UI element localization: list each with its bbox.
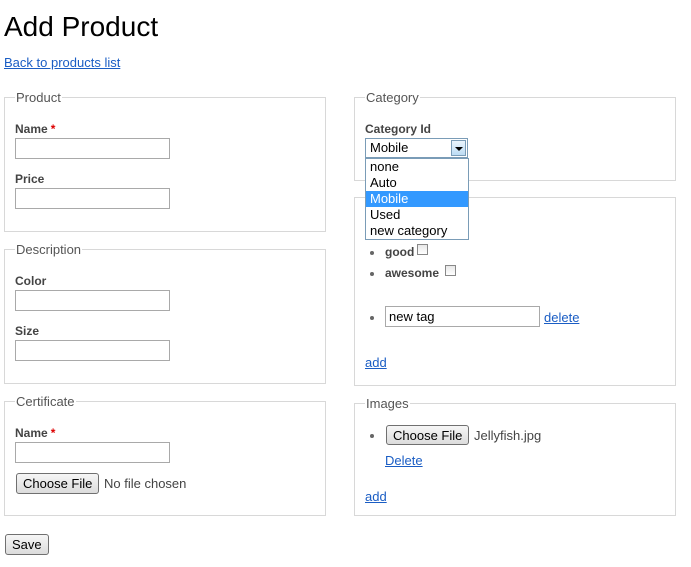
- description-fieldset: Description: [4, 243, 326, 384]
- back-to-products-link[interactable]: Back to products list: [4, 55, 120, 70]
- list-bullet: [370, 316, 374, 320]
- color-label: Color: [15, 274, 47, 288]
- category-option-none[interactable]: none: [366, 159, 468, 175]
- size-label: Size: [15, 324, 40, 338]
- category-dropdown-list: none Auto Mobile Used new category: [365, 158, 469, 240]
- list-bullet: [370, 251, 374, 255]
- required-mark: *: [50, 426, 56, 440]
- category-option-used[interactable]: Used: [366, 207, 468, 223]
- description-legend: Description: [15, 242, 83, 257]
- category-id-select[interactable]: Mobile: [365, 138, 468, 158]
- price-label: Price: [15, 172, 45, 186]
- certificate-name-label-text: Name: [15, 426, 48, 440]
- product-legend: Product: [15, 90, 62, 105]
- certificate-file-status: No file chosen: [104, 476, 187, 491]
- certificate-legend: Certificate: [15, 394, 76, 409]
- image-file-name: Jellyfish.jpg: [474, 428, 542, 443]
- images-legend: Images: [365, 396, 410, 411]
- tag-add-link[interactable]: add: [365, 355, 387, 370]
- list-bullet: [370, 272, 374, 276]
- certificate-choose-file-button[interactable]: Choose File: [16, 473, 100, 494]
- list-bullet: [370, 434, 374, 438]
- category-option-auto[interactable]: Auto: [366, 175, 468, 191]
- size-input[interactable]: [15, 340, 170, 361]
- save-button[interactable]: Save: [5, 534, 49, 555]
- product-name-input[interactable]: [15, 138, 170, 159]
- tag-delete-link[interactable]: delete: [544, 310, 579, 325]
- product-name-label: Name *: [15, 122, 55, 136]
- category-legend: Category: [365, 90, 420, 105]
- image-add-link[interactable]: add: [365, 489, 387, 504]
- category-id-label: Category Id: [365, 122, 432, 136]
- chevron-down-icon[interactable]: [451, 140, 466, 156]
- product-name-label-text: Name: [15, 122, 48, 136]
- tag-checkbox-good[interactable]: [417, 244, 428, 255]
- certificate-name-input[interactable]: [15, 442, 170, 463]
- tag-checkbox-awesome[interactable]: [445, 265, 456, 276]
- product-fieldset: Product: [4, 91, 326, 232]
- new-tag-input[interactable]: [385, 306, 540, 327]
- required-mark: *: [50, 122, 56, 136]
- category-option-mobile[interactable]: Mobile: [366, 191, 468, 207]
- image-choose-file-button[interactable]: Choose File: [386, 425, 470, 445]
- category-option-new-category[interactable]: new category: [366, 223, 468, 239]
- price-input[interactable]: [15, 188, 170, 209]
- image-delete-link[interactable]: Delete: [385, 453, 423, 468]
- page-title: Add Product: [4, 11, 159, 42]
- color-input[interactable]: [15, 290, 170, 311]
- category-selected-value: Mobile: [370, 140, 409, 155]
- tag-label-awesome: awesome: [385, 266, 440, 280]
- certificate-name-label: Name *: [15, 426, 55, 440]
- tag-label-good: good: [385, 245, 415, 259]
